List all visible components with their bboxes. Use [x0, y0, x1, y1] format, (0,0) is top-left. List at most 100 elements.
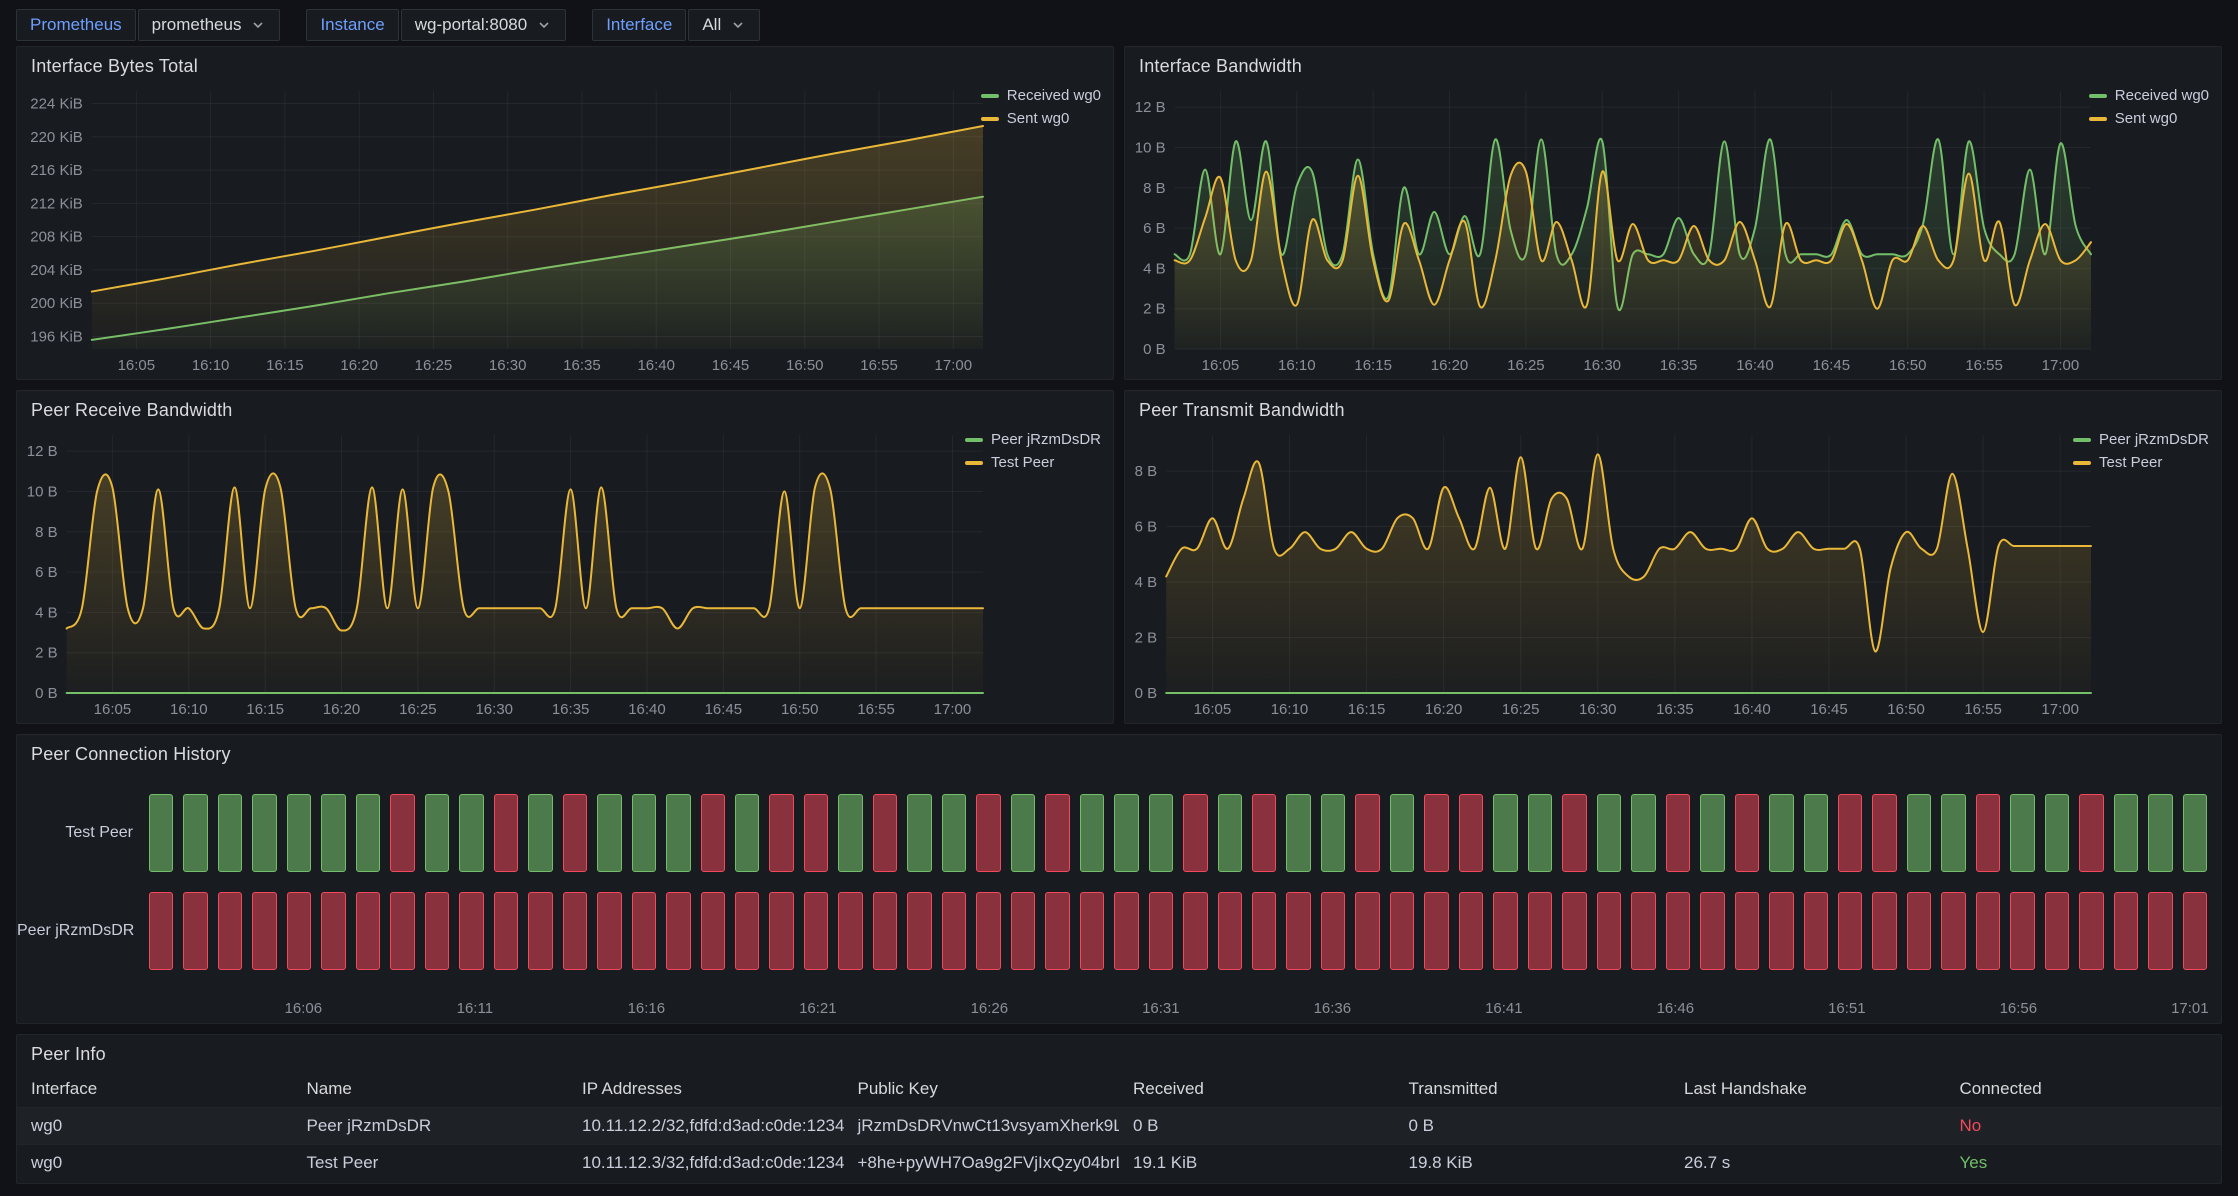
- state-bar-disconnected: [1424, 892, 1448, 970]
- state-bar-connected: [321, 794, 345, 872]
- state-bar-disconnected: [563, 794, 587, 872]
- column-header-connected[interactable]: Connected: [1946, 1071, 2222, 1108]
- state-bar-connected: [1080, 794, 1104, 872]
- state-bar-connected: [907, 794, 931, 872]
- state-bar-disconnected: [2079, 794, 2103, 872]
- state-bar-disconnected: [1631, 892, 1655, 970]
- state-bar-connected: [1769, 794, 1793, 872]
- panel-title[interactable]: Interface Bandwidth: [1125, 47, 2221, 79]
- svg-text:16:20: 16:20: [340, 357, 378, 374]
- legend-item[interactable]: Test Peer: [2073, 454, 2209, 471]
- state-bar-disconnected: [1528, 892, 1552, 970]
- cell-name: Peer jRzmDsDR: [293, 1108, 569, 1145]
- state-bar-connected: [252, 794, 276, 872]
- panel-title[interactable]: Peer Receive Bandwidth: [17, 391, 1113, 423]
- cell-connected: Yes: [1946, 1145, 2222, 1182]
- state-bar-disconnected: [1321, 892, 1345, 970]
- legend-series-swatch: [2089, 117, 2107, 121]
- panel-title[interactable]: Peer Info: [17, 1035, 2221, 1067]
- svg-text:16:35: 16:35: [563, 357, 601, 374]
- state-bar-connected: [838, 794, 862, 872]
- table-row: wg0Test Peer10.11.12.3/32,fdfd:d3ad:c0de…: [17, 1145, 2221, 1182]
- state-bar-disconnected: [838, 892, 862, 970]
- svg-text:208 KiB: 208 KiB: [30, 229, 83, 246]
- legend-series-swatch: [965, 438, 983, 442]
- cell-last-handshake: 26.7 s: [1670, 1145, 1946, 1182]
- state-bar-disconnected: [769, 794, 793, 872]
- legend-item[interactable]: Sent wg0: [981, 110, 1101, 127]
- variable-picker-interface[interactable]: All: [688, 9, 760, 41]
- cell-connected: No: [1946, 1108, 2222, 1145]
- state-bar-connected: [1390, 794, 1414, 872]
- column-header-transmitted[interactable]: Transmitted: [1395, 1071, 1671, 1108]
- state-bar-disconnected: [804, 794, 828, 872]
- time-series-chart[interactable]: 0 B2 B4 B6 B8 B10 B12 B16:0516:1016:1516…: [1125, 79, 2221, 379]
- state-bar-disconnected: [701, 794, 725, 872]
- state-bar-disconnected: [804, 892, 828, 970]
- legend-item[interactable]: Received wg0: [2089, 87, 2209, 104]
- svg-text:8 B: 8 B: [1143, 180, 1166, 197]
- svg-text:4 B: 4 B: [1143, 260, 1166, 277]
- state-bar-disconnected: [1218, 892, 1242, 970]
- state-timeline-rows[interactable]: Test Peer Peer jRzmDsDR: [17, 773, 2207, 991]
- time-axis-label: 16:36: [1314, 1000, 1352, 1017]
- state-timeline-bars[interactable]: [149, 892, 2207, 970]
- panel-peer-connection-history: Peer Connection History Test Peer Peer jR…: [16, 734, 2222, 1024]
- svg-text:16:05: 16:05: [1202, 357, 1240, 374]
- state-bar-disconnected: [1252, 794, 1276, 872]
- panel-peer-receive-bandwidth: Peer Receive Bandwidth 0 B2 B4 B6 B8 B10…: [16, 390, 1114, 724]
- state-bar-disconnected: [1424, 794, 1448, 872]
- state-timeline-row: Test Peer: [17, 794, 2207, 872]
- time-axis-label: 17:01: [2171, 1000, 2209, 1017]
- state-bar-connected: [1597, 794, 1621, 872]
- panel-title[interactable]: Peer Transmit Bandwidth: [1125, 391, 2221, 423]
- state-bar-disconnected: [907, 892, 931, 970]
- state-timeline-bars[interactable]: [149, 794, 2207, 872]
- state-bar-disconnected: [1011, 892, 1035, 970]
- state-bar-disconnected: [1941, 892, 1965, 970]
- column-header-name[interactable]: Name: [293, 1071, 569, 1108]
- column-header-ip-addresses[interactable]: IP Addresses: [568, 1071, 844, 1108]
- state-bar-connected: [356, 794, 380, 872]
- state-bar-disconnected: [1735, 794, 1759, 872]
- column-header-interface[interactable]: Interface: [17, 1071, 293, 1108]
- variable-picker-prometheus[interactable]: prometheus: [138, 9, 281, 41]
- dashboard: Interface Bytes Total 196 KiB200 KiB204 …: [0, 44, 2238, 1190]
- state-bar-connected: [425, 794, 449, 872]
- column-header-last-handshake[interactable]: Last Handshake: [1670, 1071, 1946, 1108]
- state-timeline-row-label: Peer jRzmDsDR: [17, 922, 149, 940]
- chevron-down-icon: [730, 17, 746, 33]
- state-bar-disconnected: [1459, 794, 1483, 872]
- legend-item[interactable]: Received wg0: [981, 87, 1101, 104]
- svg-text:16:50: 16:50: [786, 357, 824, 374]
- panel-title[interactable]: Peer Connection History: [17, 735, 2221, 767]
- svg-text:2 B: 2 B: [1143, 301, 1166, 318]
- panel-title[interactable]: Interface Bytes Total: [17, 47, 1113, 79]
- time-axis-label: 16:26: [971, 1000, 1009, 1017]
- state-bar-connected: [2010, 794, 2034, 872]
- time-axis-label: 16:46: [1657, 1000, 1695, 1017]
- legend-item[interactable]: Peer jRzmDsDR: [2073, 431, 2209, 448]
- state-bar-disconnected: [494, 892, 518, 970]
- svg-text:8 B: 8 B: [1135, 463, 1158, 480]
- column-header-public-key[interactable]: Public Key: [844, 1071, 1120, 1108]
- svg-text:16:15: 16:15: [266, 357, 304, 374]
- time-series-chart[interactable]: 0 B2 B4 B6 B8 B16:0516:1016:1516:2016:25…: [1125, 423, 2221, 723]
- variable-picker-instance[interactable]: wg-portal:8080: [401, 9, 566, 41]
- state-bar-disconnected: [2148, 892, 2172, 970]
- legend-item[interactable]: Test Peer: [965, 454, 1101, 471]
- time-axis-label: 16:06: [285, 1000, 323, 1017]
- time-series-chart[interactable]: 196 KiB200 KiB204 KiB208 KiB212 KiB216 K…: [17, 79, 1113, 379]
- legend-item[interactable]: Peer jRzmDsDR: [965, 431, 1101, 448]
- svg-text:10 B: 10 B: [27, 483, 58, 500]
- column-header-received[interactable]: Received: [1119, 1071, 1395, 1108]
- state-bar-disconnected: [1872, 794, 1896, 872]
- state-bar-connected: [1321, 794, 1345, 872]
- state-bar-disconnected: [218, 892, 242, 970]
- legend-item[interactable]: Sent wg0: [2089, 110, 2209, 127]
- state-timeline-row-label: Test Peer: [17, 824, 149, 842]
- time-series-chart[interactable]: 0 B2 B4 B6 B8 B10 B12 B16:0516:1016:1516…: [17, 423, 1113, 723]
- state-bar-disconnected: [1976, 892, 2000, 970]
- svg-text:12 B: 12 B: [27, 443, 58, 460]
- svg-text:16:05: 16:05: [94, 701, 132, 718]
